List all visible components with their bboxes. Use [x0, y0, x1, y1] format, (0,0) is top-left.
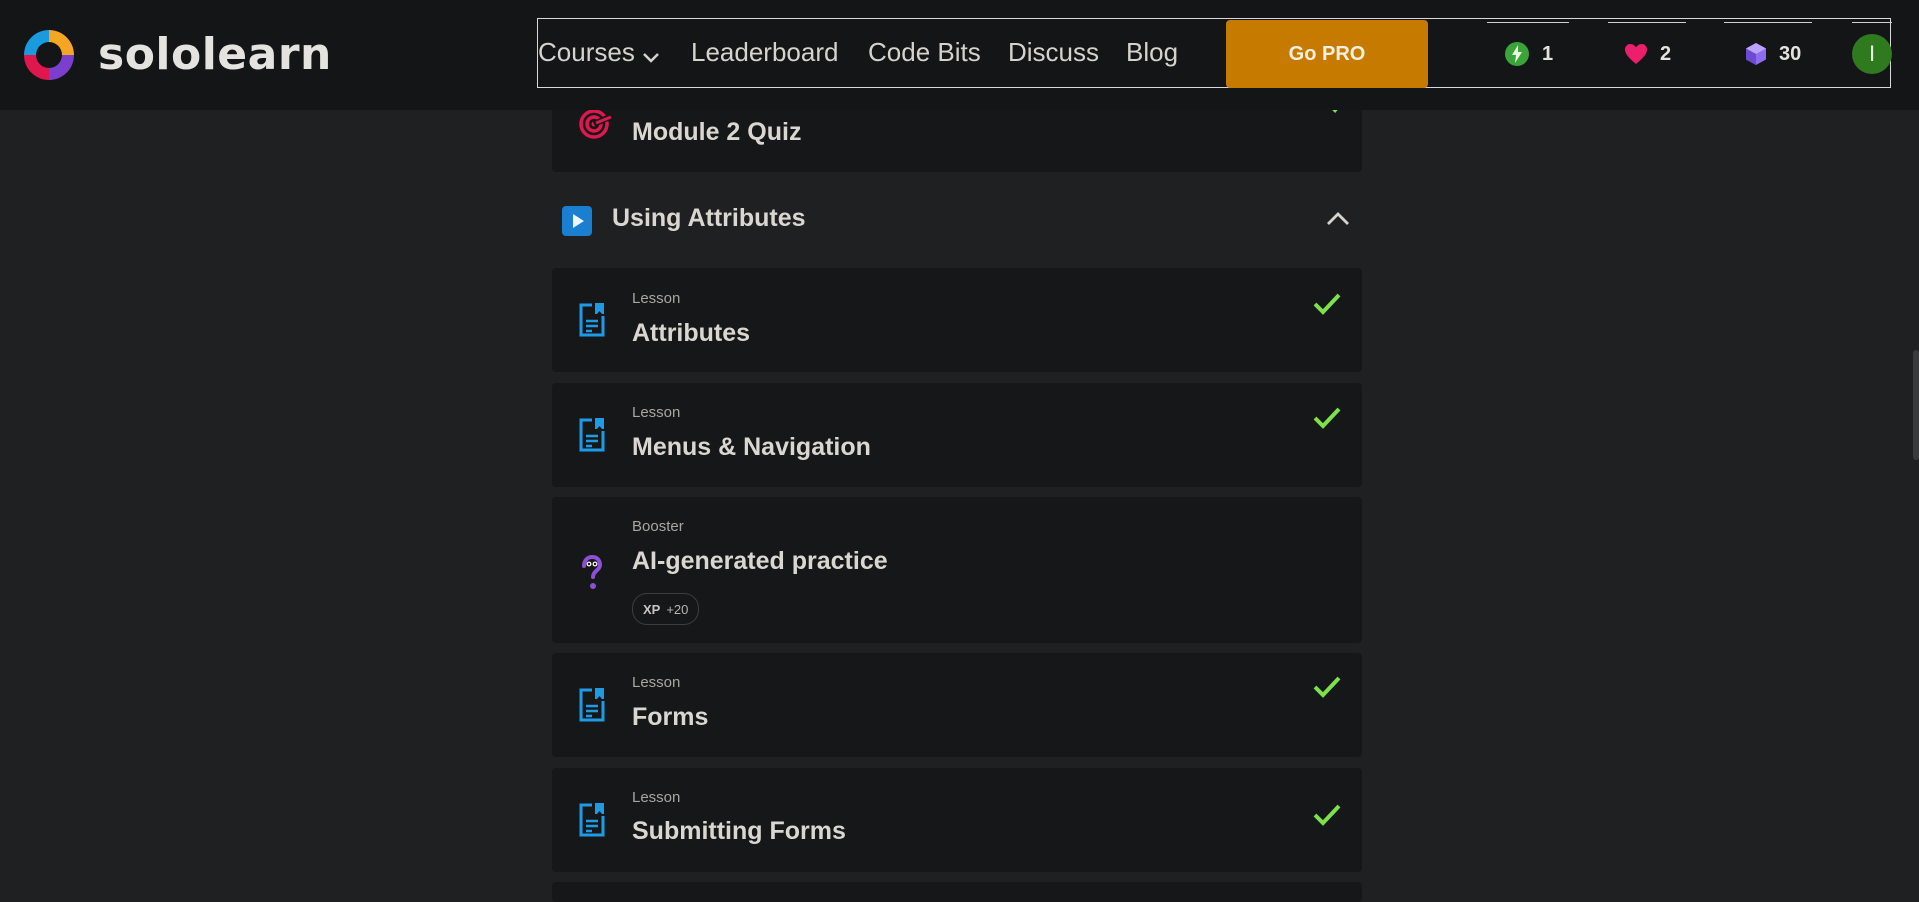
gem-icon — [1745, 42, 1767, 66]
gems-counter[interactable]: 30 — [1745, 40, 1801, 68]
booster-card[interactable]: Booster AI-generated practice XP +20 — [552, 497, 1362, 643]
checkmark-icon — [1312, 803, 1342, 831]
nav-blog[interactable]: Blog — [1126, 34, 1178, 70]
nav-leaderboard[interactable]: Leaderboard — [691, 34, 838, 70]
go-pro-button[interactable]: Go PRO — [1226, 20, 1428, 88]
checkmark-icon — [1312, 675, 1342, 703]
item-title: Menus & Navigation — [632, 433, 871, 461]
item-title: AI-generated practice — [632, 547, 888, 575]
heart-icon — [1624, 43, 1648, 65]
xp-reward-badge: XP +20 — [632, 593, 700, 625]
question-mark-icon — [578, 554, 606, 595]
lesson-card[interactable]: Lesson Forms — [552, 653, 1362, 757]
item-kind: Booster — [632, 518, 684, 535]
lesson-card[interactable]: Lesson Menus & Navigation — [552, 383, 1362, 487]
section-header-using-attributes[interactable]: Using Attributes — [552, 190, 1362, 250]
item-kind: Lesson — [632, 290, 681, 307]
section-title: Using Attributes — [612, 204, 806, 232]
item-title: Forms — [632, 703, 709, 731]
lesson-card[interactable]: Lesson Attributes — [552, 268, 1362, 372]
hearts-count: 2 — [1660, 42, 1672, 65]
lightning-icon — [1504, 41, 1530, 67]
sololearn-logo[interactable]: sololearn — [18, 24, 332, 86]
xp-label: XP — [643, 601, 661, 617]
divider — [1608, 22, 1686, 23]
next-item-card[interactable] — [552, 882, 1362, 902]
scrollbar-thumb[interactable] — [1913, 350, 1919, 460]
brand-name: sololearn — [98, 29, 332, 80]
streak-count: 1 — [1542, 42, 1554, 65]
divider — [1724, 22, 1812, 23]
avatar[interactable]: I — [1852, 34, 1892, 74]
play-icon — [562, 206, 592, 240]
divider — [1487, 22, 1569, 23]
nav-discuss[interactable]: Discuss — [1008, 34, 1099, 70]
nav-code-bits[interactable]: Code Bits — [868, 34, 981, 70]
xp-value: +20 — [666, 601, 689, 617]
checkmark-icon — [1312, 406, 1342, 434]
lesson-card[interactable]: Lesson Submitting Forms — [552, 768, 1362, 872]
sololearn-logo-icon — [24, 30, 74, 80]
gems-count: 30 — [1779, 42, 1802, 65]
item-title: Attributes — [632, 319, 751, 347]
lesson-document-icon — [578, 687, 606, 727]
item-kind: Lesson — [632, 404, 681, 421]
hearts-counter[interactable]: 2 — [1624, 40, 1671, 68]
chevron-up-icon[interactable] — [1326, 210, 1350, 230]
lesson-document-icon — [578, 802, 606, 842]
item-kind: Lesson — [632, 789, 681, 806]
lesson-document-icon — [578, 302, 606, 342]
divider — [1852, 22, 1892, 23]
quiz-title: Module 2 Quiz — [632, 118, 802, 146]
lesson-document-icon — [578, 417, 606, 457]
streak-counter[interactable]: 1 — [1504, 40, 1553, 68]
item-title: Submitting Forms — [632, 817, 846, 845]
nav-courses[interactable]: Courses — [538, 34, 659, 72]
item-kind: Lesson — [632, 674, 681, 691]
chevron-down-icon — [642, 36, 659, 72]
checkmark-icon — [1312, 292, 1342, 320]
target-icon — [578, 106, 614, 146]
nav-courses-label: Courses — [538, 37, 635, 67]
top-navigation-bar: sololearn Courses Leaderboard Code Bits … — [0, 0, 1919, 110]
